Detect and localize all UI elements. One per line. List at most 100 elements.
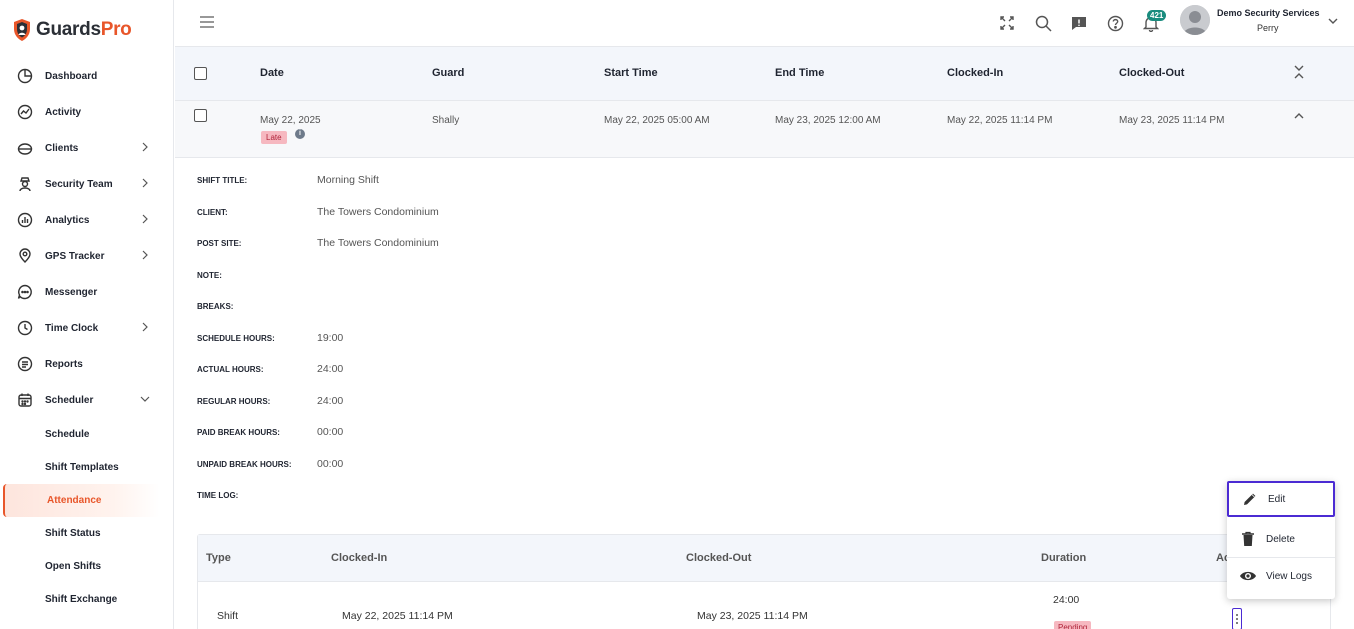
- sidebar-item-security-team[interactable]: Security Team: [0, 166, 174, 202]
- time-clock-icon: [16, 319, 34, 337]
- detail-value-paid-break-hours: 00:00: [317, 426, 344, 438]
- column-header-date[interactable]: Date: [260, 67, 284, 79]
- sidebar-item-clients[interactable]: Clients: [0, 130, 174, 166]
- timelog-clocked-out: May 23, 2025 11:14 PM: [697, 610, 808, 622]
- detail-label-paid-break-hours: PAID BREAK HOURS:: [197, 428, 280, 437]
- trash-icon: [1239, 530, 1257, 548]
- sidebar-item-label: Messenger: [45, 286, 98, 298]
- timelog-clocked-in: May 22, 2025 11:14 PM: [342, 610, 453, 622]
- row-checkbox[interactable]: [194, 109, 207, 122]
- sidebar-item-label: Dashboard: [45, 70, 98, 82]
- detail-label-actual-hours: ACTUAL HOURS:: [197, 365, 264, 374]
- detail-value-shift-title: Morning Shift: [317, 174, 379, 186]
- info-icon[interactable]: i: [295, 129, 305, 139]
- time-log-header: Type Clocked-In Clocked-Out Duration Ac: [198, 535, 1330, 582]
- brand-name-part1: Guards: [36, 19, 101, 40]
- brand-name-part2: Pro: [100, 19, 132, 40]
- menu-item-delete[interactable]: Delete: [1227, 521, 1335, 557]
- sidebar-subitem-shift-status[interactable]: Shift Status: [0, 517, 174, 550]
- fullscreen-icon[interactable]: [998, 14, 1016, 32]
- detail-label-unpaid-break-hours: UNPAID BREAK HOURS:: [197, 460, 292, 469]
- detail-label-client: CLIENT:: [197, 208, 228, 217]
- chevron-down-icon: [140, 396, 150, 402]
- brand-name: GuardsPro: [36, 19, 132, 41]
- activity-icon: [16, 103, 34, 121]
- sidebar-item-label: Scheduler: [45, 394, 94, 406]
- pencil-icon: [1241, 490, 1259, 508]
- table-row[interactable]: May 22, 2025 Late i Shally May 22, 2025 …: [175, 101, 1354, 158]
- sidebar-item-messenger[interactable]: Messenger: [0, 274, 174, 310]
- detail-value-schedule-hours: 19:00: [317, 332, 344, 344]
- search-icon[interactable]: [1034, 14, 1052, 32]
- timelog-column-type: Type: [206, 552, 231, 564]
- menu-item-view-logs[interactable]: View Logs: [1227, 558, 1335, 594]
- menu-item-label: Delete: [1266, 533, 1295, 545]
- pending-status-badge: Pending: [1054, 621, 1092, 629]
- detail-label-schedule-hours: SCHEDULE HOURS:: [197, 334, 275, 343]
- timelog-column-clocked-out: Clocked-Out: [686, 552, 752, 564]
- user-name[interactable]: Perry: [1257, 23, 1279, 33]
- sidebar-item-label: Clients: [45, 142, 79, 154]
- sidebar-subitem-attendance[interactable]: Attendance: [3, 484, 160, 517]
- detail-label-breaks: BREAKS:: [197, 302, 234, 311]
- eye-icon: [1239, 567, 1257, 585]
- sidebar-item-time-clock[interactable]: Time Clock: [0, 310, 174, 346]
- chevron-right-icon: [142, 178, 148, 188]
- sidebar-item-label: Activity: [45, 106, 82, 118]
- timelog-column-clocked-in: Clocked-In: [331, 552, 388, 564]
- detail-value-unpaid-break-hours: 00:00: [317, 458, 344, 470]
- shield-logo-icon: [14, 19, 30, 41]
- feedback-icon[interactable]: [1070, 14, 1088, 32]
- sidebar-item-reports[interactable]: Reports: [0, 346, 174, 382]
- status-badge: Late: [261, 131, 287, 144]
- sidebar-nav: Dashboard Activity Clients Security Team…: [0, 58, 174, 616]
- sidebar-item-activity[interactable]: Activity: [0, 94, 174, 130]
- menu-item-edit[interactable]: Edit: [1227, 481, 1335, 517]
- column-header-end-time[interactable]: End Time: [775, 67, 824, 79]
- sidebar-item-label: GPS Tracker: [45, 250, 105, 262]
- detail-label-regular-hours: REGULAR HOURS:: [197, 397, 271, 406]
- notification-count-badge: 421: [1147, 10, 1167, 21]
- sidebar-item-gps-tracker[interactable]: GPS Tracker: [0, 238, 174, 274]
- chevron-right-icon: [142, 142, 148, 152]
- avatar[interactable]: [1180, 5, 1210, 35]
- hamburger-menu-icon[interactable]: [200, 16, 214, 28]
- column-header-clocked-in[interactable]: Clocked-In: [947, 67, 1003, 79]
- menu-item-label: Edit: [1268, 493, 1286, 505]
- row-date: May 22, 2025: [260, 115, 321, 126]
- clients-icon: [16, 139, 34, 157]
- sidebar-item-label: Security Team: [45, 178, 113, 190]
- column-header-start-time[interactable]: Start Time: [604, 67, 658, 79]
- row-start-time: May 22, 2025 05:00 AM: [604, 115, 710, 126]
- column-header-clocked-out[interactable]: Clocked-Out: [1119, 67, 1184, 79]
- gps-tracker-icon: [16, 247, 34, 265]
- top-bar: 421 Demo Security Services Perry: [175, 0, 1354, 46]
- row-guard: Shally: [432, 115, 460, 126]
- time-log-table: Type Clocked-In Clocked-Out Duration Ac …: [197, 534, 1331, 629]
- sidebar-subitem-schedule[interactable]: Schedule: [0, 418, 174, 451]
- sidebar-item-label: Reports: [45, 358, 83, 370]
- brand-logo[interactable]: GuardsPro: [12, 14, 132, 46]
- sidebar-subitem-shift-exchange[interactable]: Shift Exchange: [0, 583, 174, 616]
- messenger-icon: [16, 283, 34, 301]
- sidebar-item-label: Analytics: [45, 214, 90, 226]
- user-company-name[interactable]: Demo Security Services: [1217, 8, 1320, 18]
- sidebar-item-dashboard[interactable]: Dashboard: [0, 58, 174, 94]
- menu-item-label: View Logs: [1266, 570, 1312, 582]
- chevron-up-icon[interactable]: [1294, 112, 1304, 120]
- row-clocked-out: May 23, 2025 11:14 PM: [1119, 115, 1225, 126]
- sidebar-subitem-shift-templates[interactable]: Shift Templates: [0, 451, 174, 484]
- sidebar-subitem-open-shifts[interactable]: Open Shifts: [0, 550, 174, 583]
- more-actions-kebab-icon[interactable]: [1232, 608, 1242, 629]
- collapse-all-icon[interactable]: [1294, 64, 1304, 80]
- chevron-down-icon[interactable]: [1328, 17, 1338, 25]
- row-clocked-in: May 22, 2025 11:14 PM: [947, 115, 1053, 126]
- sidebar-item-analytics[interactable]: Analytics: [0, 202, 174, 238]
- select-all-checkbox[interactable]: [194, 67, 207, 80]
- main-content: Date Guard Start Time End Time Clocked-I…: [175, 46, 1354, 629]
- help-icon[interactable]: [1106, 14, 1124, 32]
- action-menu: Edit Delete View Logs: [1227, 481, 1335, 599]
- sidebar-item-scheduler[interactable]: Scheduler: [0, 382, 174, 418]
- timelog-column-duration: Duration: [1041, 552, 1087, 564]
- column-header-guard[interactable]: Guard: [432, 67, 464, 79]
